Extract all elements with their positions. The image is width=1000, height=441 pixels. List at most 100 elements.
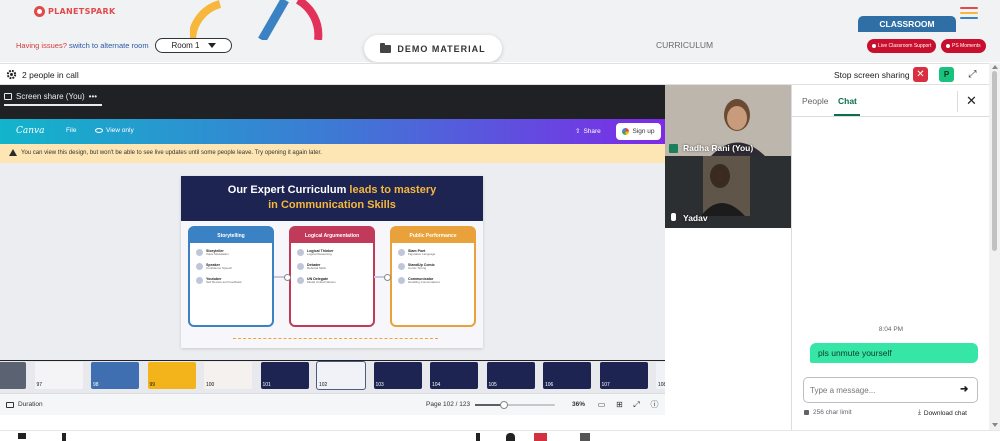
duration-button[interactable]: Duration	[6, 401, 43, 408]
message-timestamp: 8:04 PM	[878, 326, 904, 333]
item-subtitle: Figurative Language	[408, 252, 436, 257]
google-icon	[622, 128, 630, 135]
slide-thumbnail[interactable]: 106	[543, 362, 591, 389]
slide-thumbnails: 97 98 99 100 101 102 103 104 105 106 107 108	[0, 361, 665, 393]
item-text: Slam Poet Figurative Language	[408, 249, 435, 257]
grid-icon[interactable]: ⊞	[615, 400, 624, 409]
participant-tile-yadav[interactable]: Yadav	[665, 156, 791, 228]
ps-moments-button[interactable]: PS Moments	[941, 39, 986, 53]
item-subtitle: Logical Reasoning	[307, 252, 332, 257]
slide-thumbnail[interactable]: 98	[91, 362, 139, 389]
scrollbar-thumb[interactable]	[992, 71, 997, 251]
view-only-menu[interactable]: View only	[95, 127, 134, 134]
item-text: StandUp Comic Comic Timing	[408, 263, 435, 271]
expand-icon[interactable]: ⤢	[965, 67, 980, 82]
canva-logo[interactable]: Canva	[16, 126, 45, 136]
char-limit-label: 256 char limit	[813, 409, 852, 416]
slide-thumbnail[interactable]: 105	[486, 362, 535, 389]
zoom-slider[interactable]	[475, 401, 555, 409]
download-chat-button[interactable]: ⤓ Download chat	[918, 409, 967, 417]
item-subtitle: Voice Modulation	[206, 252, 229, 257]
sign-up-button[interactable]: Sign up	[616, 123, 661, 140]
demo-material-button[interactable]: DEMO MATERIAL	[364, 35, 502, 62]
chat-message: pls unmute yourself	[810, 343, 978, 363]
close-icon: ✕	[916, 69, 925, 80]
screen-share-tab[interactable]: Screen share (You) •••	[4, 89, 97, 103]
column-item: StandUp Comic Comic Timing	[398, 262, 474, 271]
call-bar: 2 people in call Stop screen sharing ✕ P…	[0, 63, 989, 85]
send-icon[interactable]: ➜	[960, 384, 968, 395]
help-icon[interactable]: ⓘ	[650, 400, 659, 409]
column-item: Communicator Handling Conversations	[398, 276, 474, 285]
participant-avatar[interactable]: P	[939, 67, 954, 82]
download-chat-label: Download chat	[923, 409, 967, 417]
zoom-slider-handle[interactable]	[499, 401, 508, 409]
tab-underline	[4, 104, 102, 106]
slide-subtitle: in Communication Skills	[268, 199, 396, 211]
curriculum-tab[interactable]: CURRICULUM	[656, 40, 713, 50]
tab-chat[interactable]: Chat	[838, 96, 857, 106]
thumbnail-number: 102	[319, 382, 328, 388]
planetspark-logo[interactable]: PLANETSPARK	[34, 6, 116, 17]
fullscreen-icon[interactable]: ⤢	[632, 400, 641, 409]
curriculum-column: Public Performance Slam Poet Figurative La…	[390, 226, 476, 327]
alternate-room-link[interactable]: switch to alternate room	[69, 41, 149, 50]
warning-message: You can view this design, but won't be a…	[21, 150, 322, 156]
zoom-level: 36%	[572, 401, 586, 408]
stop-sharing-button[interactable]: ✕	[913, 67, 928, 82]
people-in-call: 2 people in call	[22, 70, 79, 80]
slide-thumbnail[interactable]: 101	[260, 362, 309, 389]
canva-file-menu[interactable]: File	[66, 127, 76, 134]
slide-thumbnail[interactable]	[0, 362, 26, 389]
connector	[274, 274, 291, 281]
participant-tiles: Radha Rani (You) Yadav	[665, 85, 791, 228]
item-text: UN Delegate Model United Nations	[307, 277, 336, 285]
slide: Our Expert Curriculum leads to mastery i…	[181, 176, 483, 348]
more-options-icon[interactable]: •••	[89, 92, 97, 101]
issues-message: Having issues? switch to alternate room	[16, 41, 149, 50]
slide-thumbnail[interactable]: 103	[373, 362, 422, 389]
plus-icon	[946, 44, 950, 48]
chat-input[interactable]	[810, 384, 950, 397]
item-subtitle: Confidence Speech	[206, 266, 233, 271]
thumbnail-number: 98	[93, 382, 99, 388]
column-heading: Storytelling	[190, 228, 272, 243]
page-scrollbar[interactable]	[989, 63, 1000, 430]
scroll-down-icon[interactable]	[992, 423, 998, 427]
room-select[interactable]: Room 1	[155, 38, 232, 53]
page-indicator: Page 102 / 123	[426, 401, 471, 408]
tab-people[interactable]: People	[802, 96, 828, 106]
gear-icon[interactable]	[6, 69, 17, 80]
column-item: Logical Thinker Logical Reasoning	[297, 249, 373, 257]
close-icon[interactable]: ✕	[966, 93, 977, 109]
canva-share-button[interactable]: ⇧ Share	[575, 127, 601, 136]
menu-icon[interactable]	[960, 7, 978, 22]
slide-thumbnail[interactable]: 99	[147, 362, 196, 389]
slide-thumbnail[interactable]: 108	[656, 362, 665, 389]
logo-text: PLANETSPARK	[48, 7, 116, 16]
thumbnail-number: 104	[432, 382, 441, 388]
item-text: Youtuber Self Review and Feedback	[206, 277, 242, 285]
thumbnail-number: 107	[601, 382, 610, 388]
slide-title-part2: leads to mastery	[349, 184, 437, 196]
item-icon	[297, 276, 304, 284]
slide-thumbnail[interactable]: 107	[599, 362, 648, 389]
item-subtitle: Handling Conversations	[408, 280, 440, 285]
lock-icon	[804, 410, 809, 415]
partial-icon	[18, 433, 26, 439]
view-only-label: View only	[106, 127, 134, 134]
pages-icon[interactable]: ▭	[597, 400, 606, 409]
slide-thumbnail[interactable]: 97	[34, 362, 83, 389]
scroll-up-icon[interactable]	[992, 65, 998, 69]
slide-thumbnail[interactable]: 102	[316, 361, 366, 390]
participant-tile-radha[interactable]: Radha Rani (You)	[665, 85, 791, 156]
live-support-label: Live Classroom Support	[878, 43, 932, 49]
slide-thumbnail[interactable]: 100	[204, 362, 252, 389]
classroom-tab[interactable]: CLASSROOM	[858, 16, 956, 32]
ps-moments-label: PS Moments	[952, 43, 981, 49]
partial-icon	[506, 433, 515, 441]
decorative-shapes	[190, 0, 323, 40]
slide-thumbnail[interactable]: 104	[430, 362, 478, 389]
live-support-button[interactable]: Live Classroom Support	[867, 39, 937, 53]
chat-input-box: ➜	[803, 377, 978, 403]
